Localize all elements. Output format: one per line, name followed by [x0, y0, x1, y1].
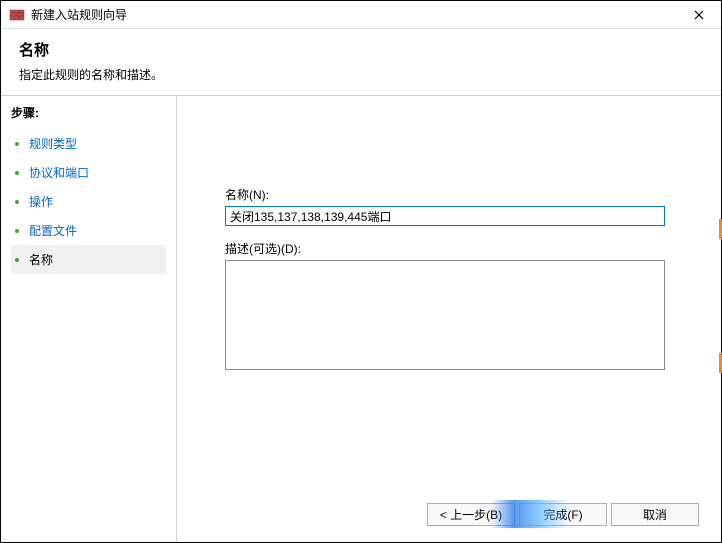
wizard-window: 新建入站规则向导 名称 指定此规则的名称和描述。 步骤: 规则类型	[0, 0, 722, 543]
bullet-icon	[13, 140, 21, 148]
bullet-icon	[13, 169, 21, 177]
step-label: 规则类型	[29, 135, 77, 152]
wizard-body: 步骤: 规则类型 协议和端口	[1, 95, 721, 542]
step-label: 操作	[29, 193, 53, 210]
bullet-icon	[13, 227, 21, 235]
step-label: 协议和端口	[29, 164, 89, 181]
steps-list: 规则类型 协议和端口 操作	[11, 129, 166, 274]
step-rule-type[interactable]: 规则类型	[11, 129, 166, 158]
cancel-button[interactable]: 取消	[611, 503, 699, 526]
step-label: 配置文件	[29, 222, 77, 239]
step-label: 名称	[29, 251, 53, 268]
page-subtitle: 指定此规则的名称和描述。	[19, 66, 703, 83]
step-action[interactable]: 操作	[11, 187, 166, 216]
back-button[interactable]: < 上一步(B)	[427, 503, 515, 526]
steps-heading: 步骤:	[11, 104, 166, 121]
bullet-icon	[13, 198, 21, 206]
wizard-main: 名称(N): 描述(可选)(D): < 上一步(B) 完成(F) 取消	[176, 95, 721, 542]
window-title: 新建入站规则向导	[31, 6, 685, 23]
steps-sidebar: 步骤: 规则类型 协议和端口	[1, 95, 176, 542]
desc-field-row: 描述(可选)(D):	[225, 240, 691, 373]
firewall-icon	[9, 7, 25, 23]
wizard-header: 名称 指定此规则的名称和描述。	[1, 29, 721, 95]
name-input[interactable]	[225, 206, 665, 226]
name-label: 名称(N):	[225, 186, 691, 203]
finish-button[interactable]: 完成(F)	[519, 503, 607, 526]
desc-label: 描述(可选)(D):	[225, 240, 691, 257]
close-button[interactable]	[685, 1, 713, 29]
step-name[interactable]: 名称	[11, 245, 166, 274]
titlebar: 新建入站规则向导	[1, 1, 721, 29]
step-protocol-ports[interactable]: 协议和端口	[11, 158, 166, 187]
wizard-footer: < 上一步(B) 完成(F) 取消	[427, 503, 699, 526]
close-icon	[694, 10, 704, 20]
step-profile[interactable]: 配置文件	[11, 216, 166, 245]
name-field-row: 名称(N):	[225, 186, 691, 226]
bullet-icon	[13, 256, 21, 264]
page-title: 名称	[19, 39, 703, 60]
desc-input[interactable]	[225, 260, 665, 370]
